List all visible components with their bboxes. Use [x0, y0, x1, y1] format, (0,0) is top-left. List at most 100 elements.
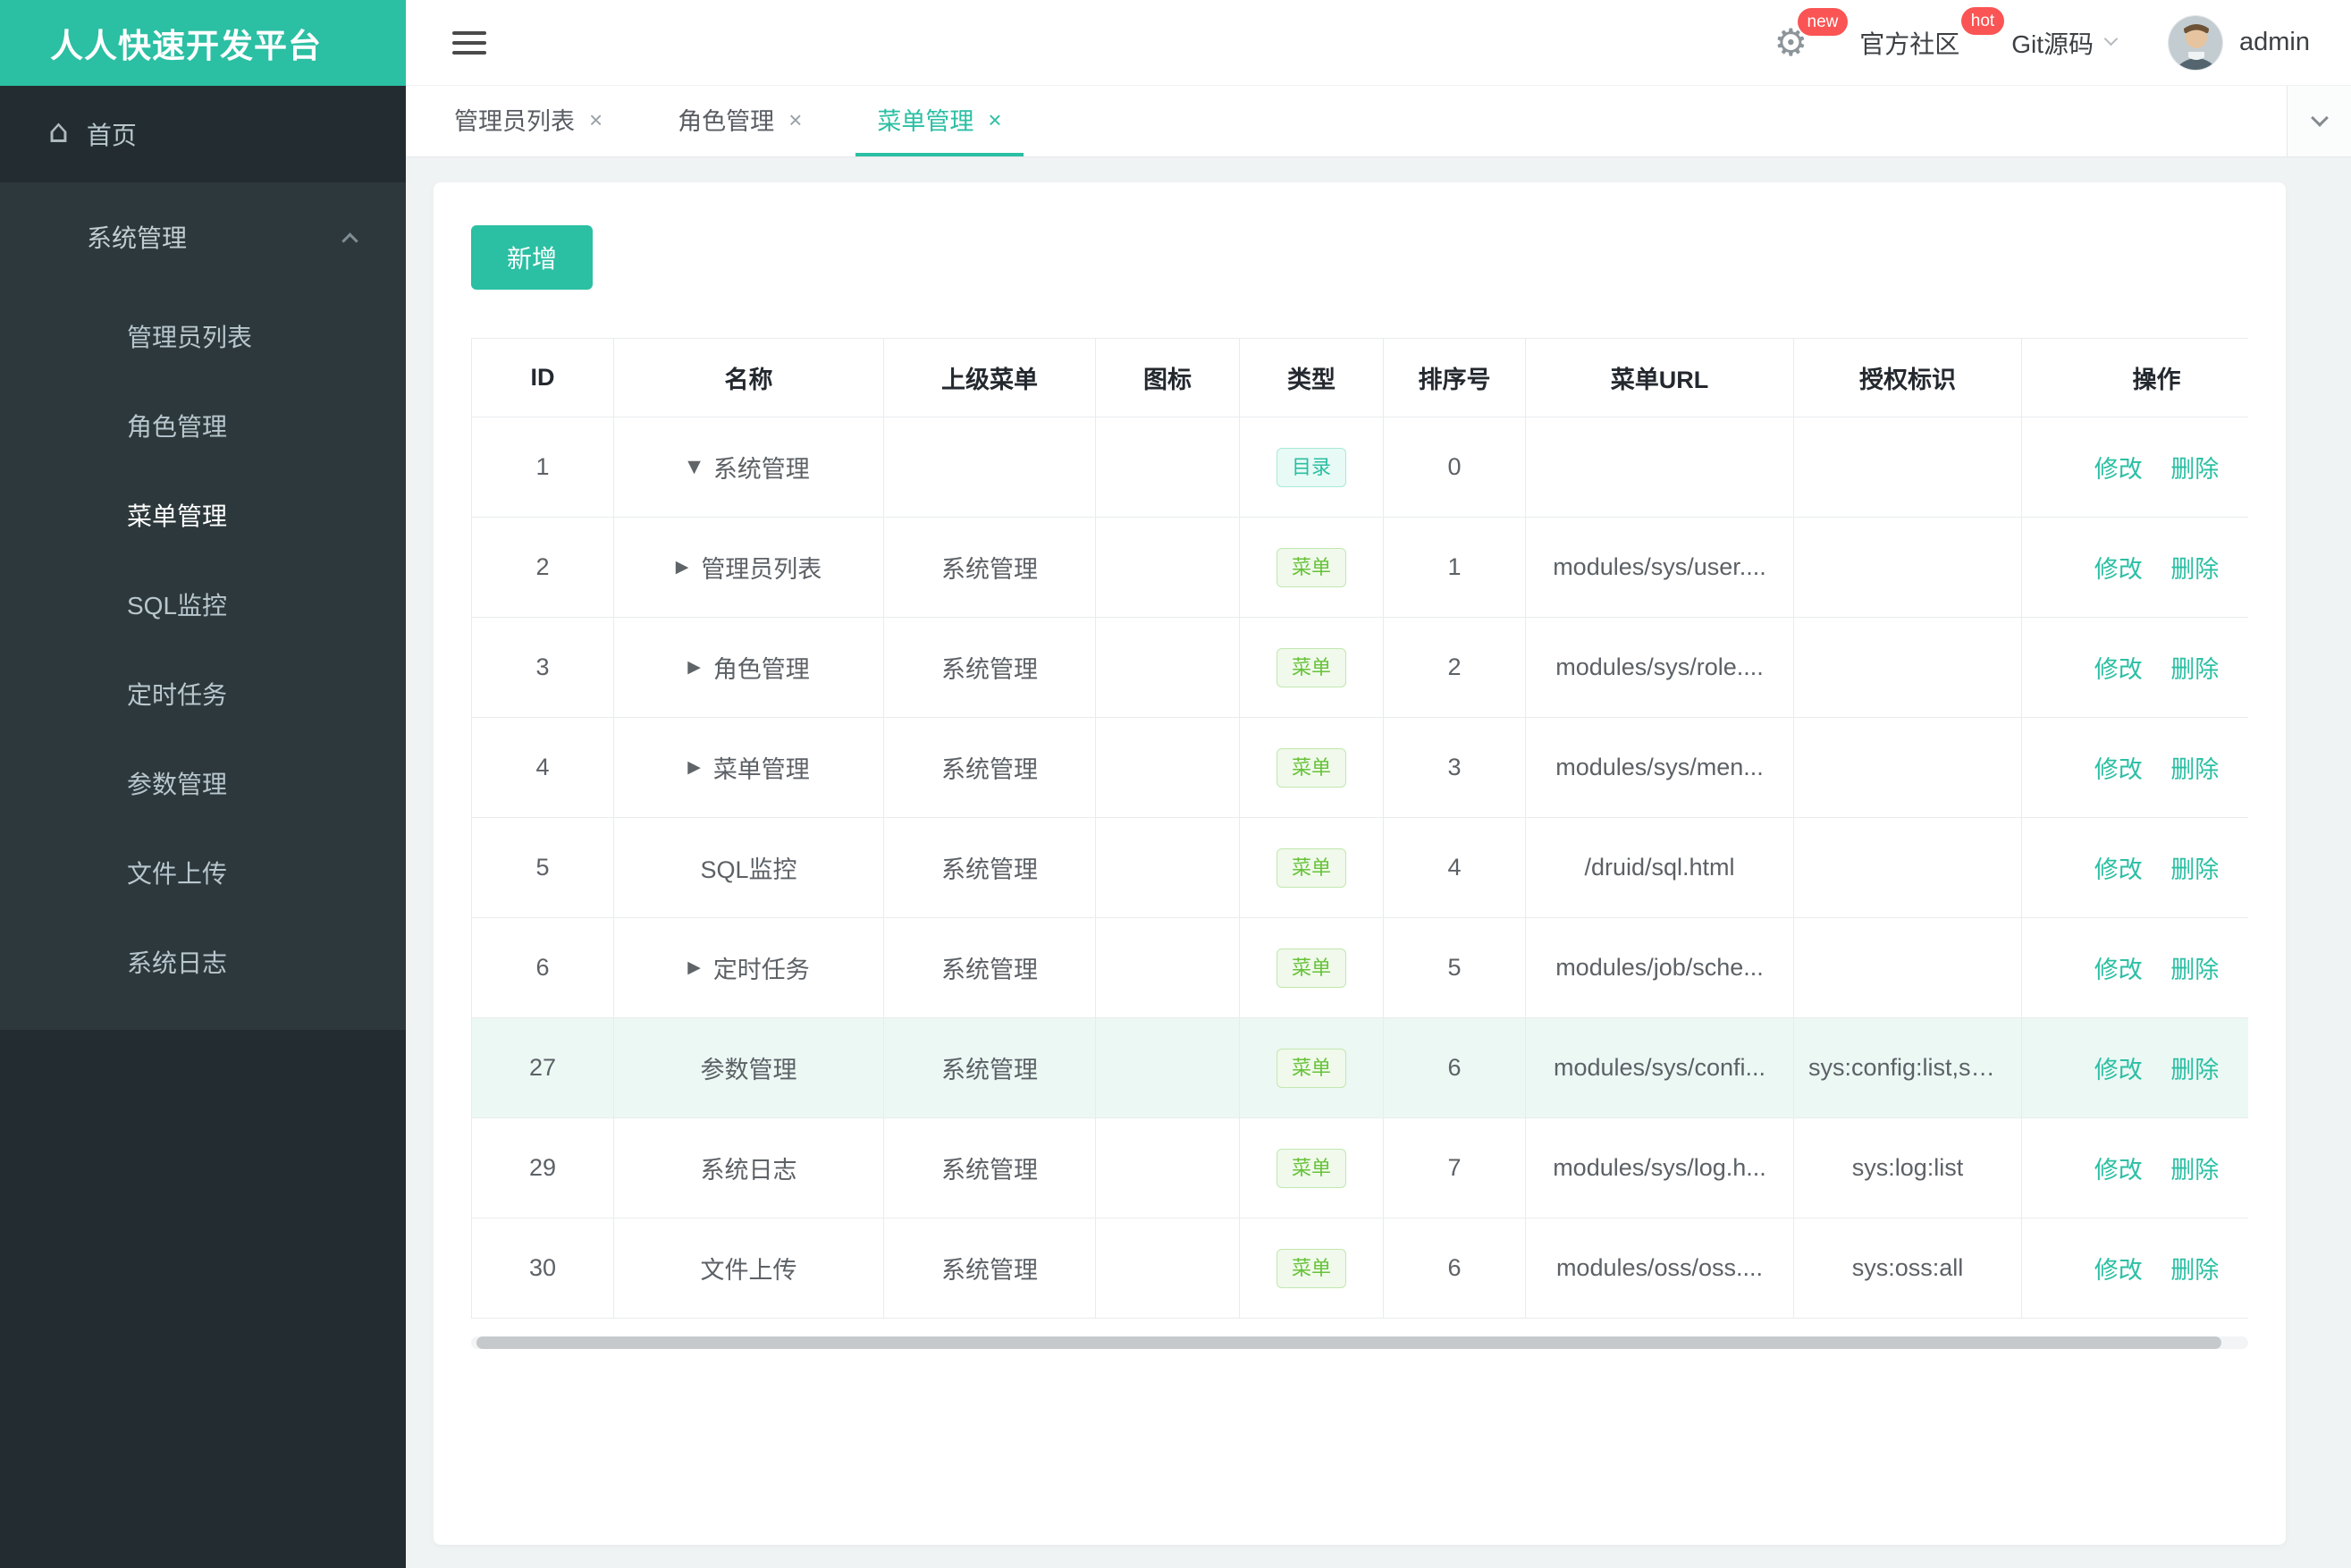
cell-name: 系统管理	[613, 417, 884, 518]
table-row: 3 角色管理 系统管理	[471, 617, 2248, 718]
sidebar-item[interactable]: 参数管理	[0, 738, 406, 828]
cell-name: SQL监控	[613, 817, 884, 918]
type-badge: 菜单	[1276, 1048, 1346, 1088]
edit-link[interactable]: 修改	[2094, 656, 2143, 683]
expand-icon[interactable]	[687, 459, 701, 476]
cell-id: 2	[471, 517, 614, 618]
cell-url: modules/job/sche...	[1525, 917, 1794, 1018]
menu-name: 管理员列表	[701, 556, 822, 583]
cell-parent: 系统管理	[883, 817, 1096, 918]
delete-link[interactable]: 删除	[2170, 556, 2219, 583]
expand-icon[interactable]	[676, 559, 689, 576]
delete-link[interactable]: 删除	[2170, 957, 2219, 983]
horizontal-scrollbar[interactable]	[471, 1336, 2248, 1349]
cell-type: 菜单	[1239, 717, 1384, 818]
table-header-row: ID 名称 上级菜单 图标 类型 排序号 菜单URL 授权标识 操作	[471, 338, 2248, 417]
edit-link[interactable]: 修改	[2094, 1057, 2143, 1083]
sidebar-item[interactable]: 系统日志	[0, 917, 406, 1007]
cell-parent	[883, 417, 1096, 518]
cell-id: 3	[471, 617, 614, 718]
cell-icon	[1095, 817, 1240, 918]
sidebar-group-label: 系统管理	[87, 224, 188, 252]
cell-sort: 4	[1383, 817, 1526, 918]
delete-link[interactable]: 删除	[2170, 756, 2219, 783]
tab[interactable]: 管理员列表 ×	[433, 86, 624, 156]
content: 新增 ID 名称 上级菜单 图标 类型 排序号 菜单URL 授权标识 操作 1 …	[406, 157, 2351, 1568]
cell-icon	[1095, 1218, 1240, 1319]
delete-link[interactable]: 删除	[2170, 1257, 2219, 1284]
delete-link[interactable]: 删除	[2170, 456, 2219, 483]
cell-sort: 7	[1383, 1117, 1526, 1218]
column-header: ID	[471, 338, 614, 417]
column-header: 排序号	[1383, 338, 1526, 417]
cell-sort: 1	[1383, 517, 1526, 618]
type-badge: 菜单	[1276, 547, 1346, 587]
expand-icon[interactable]	[687, 659, 701, 676]
cell-icon	[1095, 417, 1240, 518]
type-badge: 菜单	[1276, 847, 1346, 888]
cell-type: 目录	[1239, 417, 1384, 518]
sidebar-item-home[interactable]: ⌂ 首页	[0, 86, 406, 182]
community-link[interactable]: 官方社区 hot	[1859, 6, 2005, 61]
cell-auth	[1793, 417, 2022, 518]
cell-parent: 系统管理	[883, 1117, 1096, 1218]
sidebar-group-toggle[interactable]: 系统管理	[0, 182, 406, 291]
sidebar-item[interactable]: 定时任务	[0, 649, 406, 738]
tab-close-icon[interactable]: ×	[589, 108, 602, 131]
sidebar-item[interactable]: 角色管理	[0, 381, 406, 470]
edit-link[interactable]: 修改	[2094, 456, 2143, 483]
edit-link[interactable]: 修改	[2094, 1257, 2143, 1284]
sidebar-item[interactable]: 文件上传	[0, 828, 406, 917]
cell-parent: 系统管理	[883, 617, 1096, 718]
cell-ops: 修改 删除	[2021, 1218, 2248, 1319]
delete-link[interactable]: 删除	[2170, 656, 2219, 683]
cell-icon	[1095, 617, 1240, 718]
sidebar-item[interactable]: 菜单管理	[0, 470, 406, 560]
cell-type: 菜单	[1239, 817, 1384, 918]
cell-icon	[1095, 717, 1240, 818]
edit-link[interactable]: 修改	[2094, 856, 2143, 883]
table-row: 2 管理员列表 系统管理	[471, 517, 2248, 618]
tab[interactable]: 菜单管理 ×	[855, 86, 1024, 156]
cell-icon	[1095, 1017, 1240, 1118]
expand-icon[interactable]	[687, 959, 701, 976]
scrollbar-thumb[interactable]	[476, 1336, 2221, 1349]
cell-type: 菜单	[1239, 1017, 1384, 1118]
tab-close-icon[interactable]: ×	[988, 108, 1001, 131]
menu-table-wrap: ID 名称 上级菜单 图标 类型 排序号 菜单URL 授权标识 操作 1 ▼ 系…	[471, 338, 2248, 1319]
cell-name: 菜单管理	[613, 717, 884, 818]
cell-type: 菜单	[1239, 1117, 1384, 1218]
tabbar: 管理员列表 × 角色管理 × 菜单管理 ×	[406, 86, 2351, 157]
cell-type: 菜单	[1239, 1218, 1384, 1319]
tabs-overflow-button[interactable]	[2287, 86, 2351, 156]
tab-close-icon[interactable]: ×	[788, 108, 802, 131]
delete-link[interactable]: 删除	[2170, 1157, 2219, 1184]
tab[interactable]: 角色管理 ×	[656, 86, 823, 156]
cell-sort: 2	[1383, 617, 1526, 718]
sidebar-item[interactable]: 管理员列表	[0, 291, 406, 381]
user-menu[interactable]: admin	[2168, 14, 2310, 71]
edit-link[interactable]: 修改	[2094, 957, 2143, 983]
cell-id: 30	[471, 1218, 614, 1319]
sidebar-item[interactable]: SQL监控	[0, 560, 406, 649]
delete-link[interactable]: 删除	[2170, 1057, 2219, 1083]
edit-link[interactable]: 修改	[2094, 556, 2143, 583]
settings-button[interactable]: ⚙ new	[1774, 7, 1849, 62]
delete-link[interactable]: 删除	[2170, 856, 2219, 883]
type-badge: 菜单	[1276, 948, 1346, 988]
cell-parent: 系统管理	[883, 1218, 1096, 1319]
cell-auth	[1793, 717, 2022, 818]
cell-ops: 修改 删除	[2021, 1117, 2248, 1218]
expand-icon[interactable]	[687, 759, 701, 776]
edit-link[interactable]: 修改	[2094, 756, 2143, 783]
sidebar-item-label: 菜单管理	[127, 502, 228, 530]
edit-link[interactable]: 修改	[2094, 1157, 2143, 1184]
sidebar-item-label: SQL监控	[127, 592, 228, 620]
menu-toggle-icon[interactable]	[452, 25, 486, 61]
menu-name: 定时任务	[712, 957, 810, 983]
cell-icon	[1095, 517, 1240, 618]
git-source-link[interactable]: Git源码	[2011, 25, 2119, 61]
add-button[interactable]: 新增	[471, 225, 594, 290]
username: admin	[2239, 28, 2310, 56]
cell-url: /druid/sql.html	[1525, 817, 1794, 918]
